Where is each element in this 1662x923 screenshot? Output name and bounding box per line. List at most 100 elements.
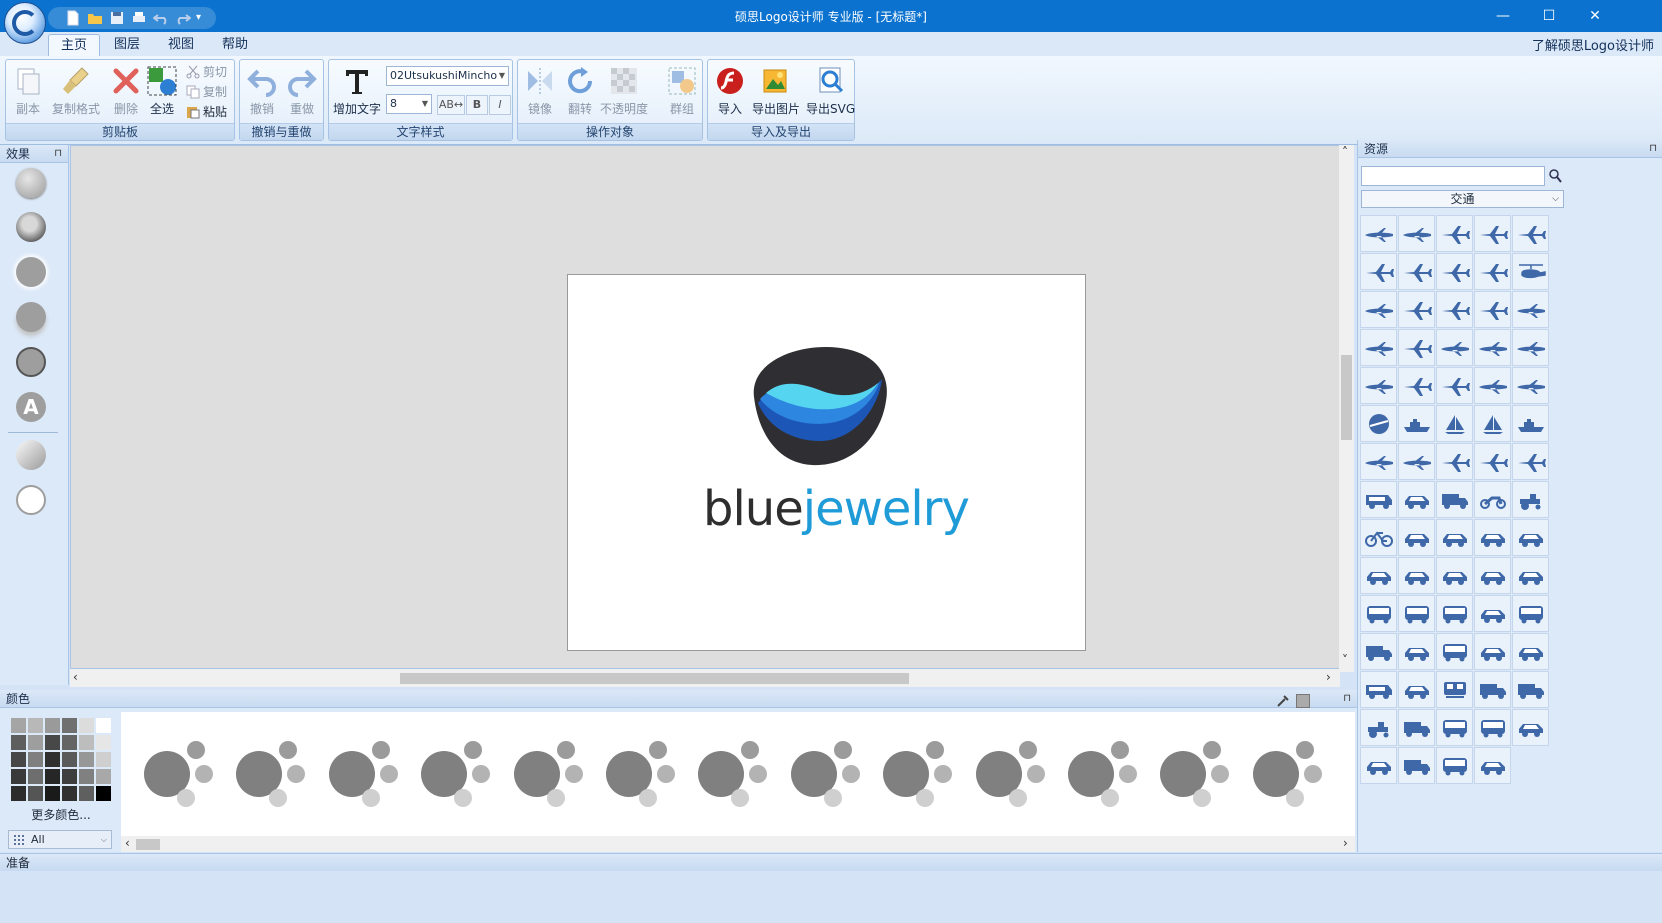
color-scheme[interactable]	[1157, 741, 1237, 811]
resource-item[interactable]	[1512, 671, 1549, 708]
resource-item[interactable]	[1398, 367, 1435, 404]
resource-item[interactable]	[1436, 709, 1473, 746]
pin-icon[interactable]: ⊓	[54, 145, 62, 163]
resource-item[interactable]	[1512, 443, 1549, 480]
redo-icon[interactable]	[174, 10, 192, 26]
color-swatch[interactable]	[62, 735, 77, 750]
resource-item[interactable]	[1360, 215, 1397, 252]
resource-item[interactable]	[1474, 329, 1511, 366]
resource-item[interactable]	[1398, 557, 1435, 594]
logo-gem-shape[interactable]	[746, 345, 891, 470]
text-spacing-button[interactable]: AB↔	[437, 95, 465, 115]
duplicate-button[interactable]: 副本	[12, 62, 44, 122]
rotate-button[interactable]: 翻转	[564, 62, 596, 122]
qat-customize-icon[interactable]: ▾	[196, 8, 208, 26]
resource-item[interactable]	[1474, 481, 1511, 518]
effect-glow[interactable]	[16, 257, 46, 287]
italic-button[interactable]: I	[489, 95, 511, 115]
font-size-select[interactable]: 8 ▼	[386, 94, 432, 114]
color-scheme[interactable]	[1250, 741, 1330, 811]
color-swatch[interactable]	[28, 718, 43, 733]
color-swatch[interactable]	[11, 752, 26, 767]
color-swatch[interactable]	[62, 718, 77, 733]
resource-item[interactable]	[1436, 405, 1473, 442]
chevron-left-icon[interactable]: ‹	[125, 836, 130, 850]
resource-item[interactable]	[1436, 291, 1473, 328]
save-icon[interactable]	[108, 10, 126, 26]
color-swatch[interactable]	[45, 752, 60, 767]
resource-item[interactable]	[1398, 709, 1435, 746]
resource-item[interactable]	[1512, 595, 1549, 632]
resource-item[interactable]	[1474, 709, 1511, 746]
resource-item[interactable]	[1360, 405, 1397, 442]
color-swatch[interactable]	[62, 769, 77, 784]
resource-item[interactable]	[1512, 291, 1549, 328]
resource-item[interactable]	[1398, 519, 1435, 556]
resource-item[interactable]	[1512, 215, 1549, 252]
resource-item[interactable]	[1360, 253, 1397, 290]
color-scheme[interactable]	[233, 741, 313, 811]
delete-button[interactable]: 删除	[110, 62, 142, 122]
scheme-scroll-thumb[interactable]	[136, 839, 160, 850]
logo-text[interactable]: bluejewelry	[703, 481, 970, 537]
resource-item[interactable]	[1398, 671, 1435, 708]
resource-item[interactable]	[1512, 481, 1549, 518]
resource-item[interactable]	[1360, 291, 1397, 328]
resource-item[interactable]	[1474, 443, 1511, 480]
more-colors-link[interactable]: 更多颜色...	[8, 806, 114, 823]
resource-item[interactable]	[1436, 443, 1473, 480]
open-icon[interactable]	[86, 10, 104, 26]
color-swatch[interactable]	[11, 718, 26, 733]
add-text-button[interactable]: 增加文字	[333, 62, 381, 122]
select-all-button[interactable]: 全选	[146, 62, 178, 122]
color-scheme[interactable]	[418, 741, 498, 811]
undo-icon[interactable]	[152, 10, 170, 26]
color-scheme[interactable]	[1065, 741, 1145, 811]
print-icon[interactable]	[130, 10, 148, 26]
resource-item[interactable]	[1398, 329, 1435, 366]
scheme-horizontal-scrollbar[interactable]: ‹ ›	[121, 836, 1355, 852]
resource-item[interactable]	[1436, 519, 1473, 556]
close-button[interactable]: ✕	[1572, 0, 1618, 32]
resource-item[interactable]	[1398, 481, 1435, 518]
effect-inner-shadow[interactable]	[16, 212, 46, 242]
pin-icon[interactable]: ⊓	[1343, 690, 1351, 708]
opacity-button[interactable]: 不透明度	[600, 62, 648, 122]
resource-item[interactable]	[1398, 291, 1435, 328]
resource-item[interactable]	[1398, 253, 1435, 290]
resource-item[interactable]	[1474, 633, 1511, 670]
resource-item[interactable]	[1360, 671, 1397, 708]
color-swatch[interactable]	[45, 786, 60, 801]
export-image-button[interactable]: 导出图片	[752, 62, 800, 122]
resource-item[interactable]	[1512, 633, 1549, 670]
group-button[interactable]: 群组	[666, 62, 698, 122]
resource-item[interactable]	[1512, 709, 1549, 746]
color-swatch[interactable]	[28, 752, 43, 767]
tab-view[interactable]: 视图	[156, 34, 206, 56]
effect-gradient[interactable]	[16, 440, 46, 470]
resource-item[interactable]	[1436, 747, 1473, 784]
resource-item[interactable]	[1360, 481, 1397, 518]
color-scheme[interactable]	[511, 741, 591, 811]
resource-item[interactable]	[1360, 709, 1397, 746]
maximize-button[interactable]: ☐	[1526, 0, 1572, 32]
color-scheme[interactable]	[695, 741, 775, 811]
color-scheme[interactable]	[326, 741, 406, 811]
text-effect-icon[interactable]: A	[16, 392, 46, 422]
resource-item[interactable]	[1360, 595, 1397, 632]
color-swatch[interactable]	[28, 769, 43, 784]
current-color-swatch[interactable]	[1296, 694, 1310, 708]
resource-item[interactable]	[1436, 557, 1473, 594]
chevron-down-icon[interactable]: ˅	[1342, 653, 1348, 667]
chevron-right-icon[interactable]: ›	[1326, 670, 1331, 684]
resource-item[interactable]	[1474, 557, 1511, 594]
effect-stroke[interactable]	[16, 347, 46, 377]
color-swatch[interactable]	[96, 752, 111, 767]
export-svg-button[interactable]: 导出SVG	[806, 62, 855, 122]
color-swatch[interactable]	[45, 769, 60, 784]
palette-select[interactable]: All ⌵	[8, 830, 112, 849]
color-scheme[interactable]	[603, 741, 683, 811]
color-scheme[interactable]	[973, 741, 1053, 811]
color-swatch[interactable]	[45, 735, 60, 750]
redo-button[interactable]: 重做	[286, 62, 318, 122]
